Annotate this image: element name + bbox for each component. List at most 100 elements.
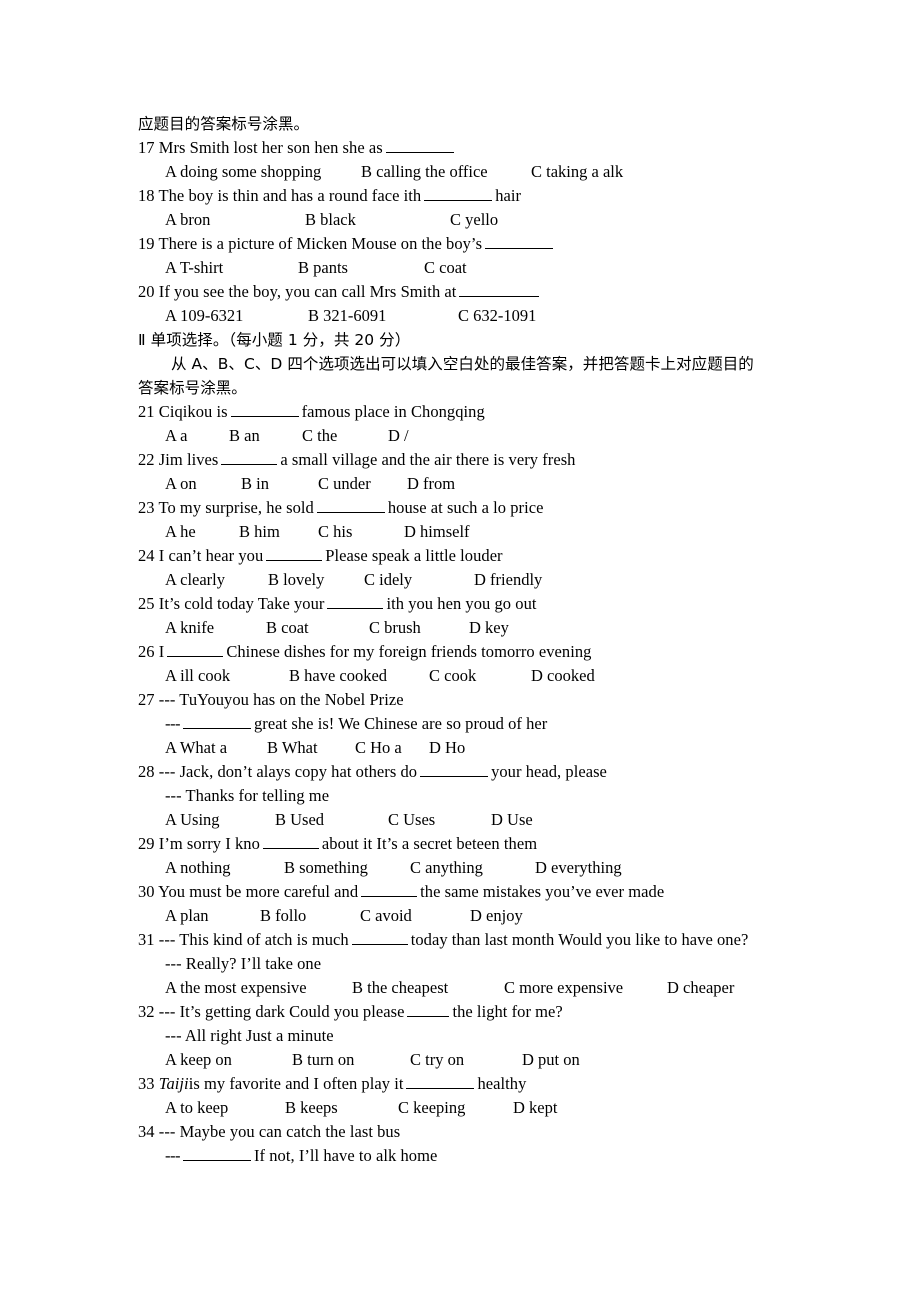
q18-option-a[interactable]: A bron	[165, 208, 305, 232]
q23-option-b[interactable]: B him	[239, 520, 318, 544]
page-content: 应题目的答案标号涂黑。 17 Mrs Smith lost her son he…	[138, 112, 798, 1168]
question-30-options: A plan B follo C avoid D enjoy	[138, 904, 798, 928]
q32-option-b[interactable]: B turn on	[292, 1048, 410, 1072]
question-19-options: A T-shirt B pants C coat	[138, 256, 798, 280]
q27-option-d[interactable]: D Ho	[429, 736, 465, 760]
q22-option-a[interactable]: A on	[165, 472, 241, 496]
question-26-stem: 26 I Chinese dishes for my foreign friend…	[138, 640, 798, 664]
q22-option-d[interactable]: D from	[407, 472, 455, 496]
q17-option-c[interactable]: C taking a alk	[531, 160, 623, 184]
q27-option-c[interactable]: C Ho a	[355, 736, 429, 760]
q22-option-c[interactable]: C under	[318, 472, 407, 496]
q26-option-d[interactable]: D cooked	[531, 664, 595, 688]
q19-option-b[interactable]: B pants	[298, 256, 424, 280]
q29-option-a[interactable]: A nothing	[165, 856, 284, 880]
q33-option-a[interactable]: A to keep	[165, 1096, 285, 1120]
q28-option-d[interactable]: D Use	[491, 808, 533, 832]
q23-stem-text: 23 To my surprise, he sold	[138, 498, 314, 517]
question-24-stem: 24 I can’t hear you Please speak a little…	[138, 544, 798, 568]
q28-option-b[interactable]: B Used	[275, 808, 388, 832]
q20-option-c[interactable]: C 632-1091	[458, 304, 536, 328]
q25-option-b[interactable]: B coat	[266, 616, 369, 640]
q28-blank	[420, 763, 489, 777]
q20-option-b[interactable]: B 321-6091	[308, 304, 458, 328]
q25-option-d[interactable]: D key	[469, 616, 509, 640]
q24-blank	[266, 547, 323, 561]
question-33-options: A to keep B keeps C keeping D kept	[138, 1096, 798, 1120]
q23-option-a[interactable]: A he	[165, 520, 239, 544]
q31-stem-text: 31 --- This kind of atch is much	[138, 930, 349, 949]
q33-option-d[interactable]: D kept	[513, 1096, 557, 1120]
q33-stem-italic-term: Taiji	[158, 1074, 189, 1093]
q21-option-a[interactable]: A a	[165, 424, 229, 448]
q30-option-a[interactable]: A plan	[165, 904, 260, 928]
q29-option-c[interactable]: C anything	[410, 856, 535, 880]
q29-option-b[interactable]: B something	[284, 856, 410, 880]
q28-option-c[interactable]: C Uses	[388, 808, 491, 832]
q17-option-a[interactable]: A doing some shopping	[165, 160, 361, 184]
q32-option-c[interactable]: C try on	[410, 1048, 522, 1072]
q17-option-b[interactable]: B calling the office	[361, 160, 531, 184]
q31-option-b[interactable]: B the cheapest	[352, 976, 504, 1000]
question-21-stem: 21 Ciqikou is famous place in Chongqing	[138, 400, 798, 424]
q28-stem-tail: your head, please	[491, 762, 607, 781]
q30-option-d[interactable]: D enjoy	[470, 904, 523, 928]
q30-option-b[interactable]: B follo	[260, 904, 360, 928]
question-31-response-line: --- Really? I’ll take one	[165, 954, 322, 973]
q31-option-a[interactable]: A the most expensive	[165, 976, 352, 1000]
q26-option-a[interactable]: A ill cook	[165, 664, 289, 688]
q21-stem-text: 21 Ciqikou is	[138, 402, 228, 421]
q18-stem-tail: hair	[495, 186, 522, 205]
q33-option-b[interactable]: B keeps	[285, 1096, 398, 1120]
q19-stem-text: 19 There is a picture of Micken Mouse on…	[138, 234, 483, 253]
q32-option-a[interactable]: A keep on	[165, 1048, 292, 1072]
q18-option-c[interactable]: C yello	[450, 208, 498, 232]
q29-stem-tail: about it It’s a secret beteen them	[321, 834, 538, 853]
question-28-options: A Using B Used C Uses D Use	[138, 808, 798, 832]
q18-blank	[424, 187, 493, 201]
q25-stem-tail: ith you hen you go out	[386, 594, 537, 613]
question-26-options: A ill cook B have cooked C cook D cooked	[138, 664, 798, 688]
q27-dash: ---	[165, 714, 180, 733]
q31-option-c[interactable]: C more expensive	[504, 976, 667, 1000]
q31-option-d[interactable]: D cheaper	[667, 976, 734, 1000]
q23-option-d[interactable]: D himself	[404, 520, 470, 544]
q26-stem-tail: Chinese dishes for my foreign friends to…	[226, 642, 592, 661]
q21-option-b[interactable]: B an	[229, 424, 302, 448]
question-22-options: A on B in C under D from	[138, 472, 798, 496]
q26-option-c[interactable]: C cook	[429, 664, 531, 688]
q33-option-c[interactable]: C keeping	[398, 1096, 513, 1120]
q32-option-d[interactable]: D put on	[522, 1048, 580, 1072]
q27-option-b[interactable]: B What	[267, 736, 355, 760]
q25-option-c[interactable]: C brush	[369, 616, 469, 640]
q19-blank	[485, 235, 554, 249]
q21-option-d[interactable]: D /	[388, 424, 409, 448]
q30-option-c[interactable]: C avoid	[360, 904, 470, 928]
q24-stem-tail: Please speak a little louder	[325, 546, 503, 565]
q19-option-c[interactable]: C coat	[424, 256, 467, 280]
q22-option-b[interactable]: B in	[241, 472, 318, 496]
q23-option-c[interactable]: C his	[318, 520, 404, 544]
q21-option-c[interactable]: C the	[302, 424, 388, 448]
q24-option-c[interactable]: C idely	[364, 568, 474, 592]
q28-stem-text: 28 --- Jack, don’t alays copy hat others…	[138, 762, 418, 781]
q28-option-a[interactable]: A Using	[165, 808, 275, 832]
q25-option-a[interactable]: A knife	[165, 616, 266, 640]
q20-blank	[459, 283, 540, 297]
q33-stem-number: 33	[138, 1074, 159, 1093]
q32-stem-text: 32 --- It’s getting dark Could you pleas…	[138, 1002, 405, 1021]
question-31-options: A the most expensive B the cheapest C more…	[138, 976, 798, 1000]
q27-option-a[interactable]: A What a	[165, 736, 267, 760]
q29-blank	[262, 835, 319, 849]
q34-blank	[182, 1147, 251, 1161]
q26-option-b[interactable]: B have cooked	[289, 664, 429, 688]
q24-option-a[interactable]: A clearly	[165, 568, 268, 592]
q20-option-a[interactable]: A 109-6321	[165, 304, 308, 328]
q29-option-d[interactable]: D everything	[535, 856, 622, 880]
q18-option-b[interactable]: B black	[305, 208, 450, 232]
q29-stem-text: 29 I’m sorry I kno	[138, 834, 260, 853]
q19-option-a[interactable]: A T-shirt	[165, 256, 298, 280]
q24-option-d[interactable]: D friendly	[474, 568, 542, 592]
q24-option-b[interactable]: B lovely	[268, 568, 364, 592]
q30-stem-tail: the same mistakes you’ve ever made	[420, 882, 665, 901]
